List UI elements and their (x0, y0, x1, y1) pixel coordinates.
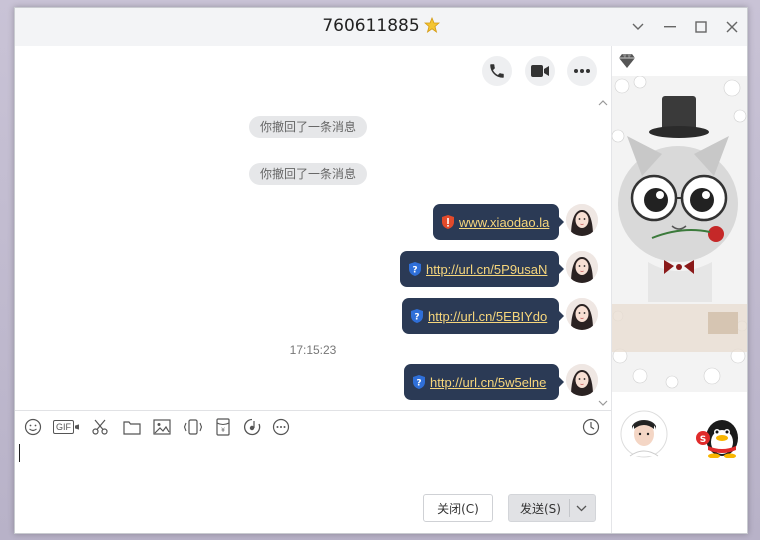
avatar[interactable] (566, 204, 598, 236)
scroll-up-icon[interactable] (597, 98, 609, 108)
close-icon[interactable] (722, 17, 742, 37)
diamond-icon[interactable] (618, 53, 636, 69)
gif-button[interactable]: GIF (53, 417, 79, 437)
scissors-icon[interactable] (90, 417, 110, 437)
red-packet-icon[interactable]: ¥ (213, 417, 233, 437)
send-button[interactable]: 发送(S) (508, 494, 596, 522)
svg-text:¥: ¥ (221, 427, 225, 434)
more-tools-icon[interactable] (271, 417, 291, 437)
image-icon[interactable] (152, 417, 172, 437)
message-bubble[interactable]: ? http://url.cn/5EBIYdo (402, 298, 564, 334)
minimize-icon[interactable] (660, 17, 680, 37)
gif-label: GIF (53, 420, 74, 434)
chat-window: 760611885 你撤回了一条消息 你撤回了一条消息 www.xiaodao.… (14, 7, 748, 534)
scroll-down-icon[interactable] (597, 398, 609, 408)
advertisement-image[interactable] (612, 76, 747, 392)
svg-text:?: ? (412, 266, 417, 276)
chevron-down-icon[interactable] (628, 17, 648, 37)
contact-avatar[interactable] (620, 410, 668, 463)
phone-call-button[interactable] (482, 56, 512, 86)
video-camera-icon (531, 65, 549, 77)
star-icon[interactable] (423, 16, 440, 33)
video-call-button[interactable] (525, 56, 555, 86)
recall-notice: 你撤回了一条消息 (249, 163, 367, 185)
more-dots-icon (574, 69, 590, 73)
close-button-label: 关闭(C) (437, 501, 479, 516)
history-clock-icon[interactable] (581, 417, 601, 437)
phone-icon (490, 64, 504, 78)
input-toolbar: GIF ¥ (15, 410, 611, 442)
title-bar: 760611885 (15, 8, 747, 46)
svg-text:?: ? (414, 313, 419, 323)
avatar[interactable] (566, 298, 598, 330)
message-link[interactable]: http://url.cn/5EBIYdo (428, 309, 547, 324)
send-options-chevron-icon[interactable] (576, 505, 587, 512)
question-shield-icon: ? (413, 375, 425, 389)
recall-notice: 你撤回了一条消息 (249, 116, 367, 138)
message-list[interactable]: 你撤回了一条消息 你撤回了一条消息 www.xiaodao.la ? http:… (15, 46, 611, 410)
svg-text:?: ? (416, 379, 421, 389)
avatar[interactable] (566, 364, 598, 396)
svg-text:S: S (700, 435, 706, 445)
message-timestamp: 17:15:23 (289, 343, 337, 357)
question-shield-icon: ? (409, 262, 421, 276)
message-bubble[interactable]: ? http://url.cn/5w5elne (404, 364, 564, 400)
avatar[interactable] (566, 251, 598, 283)
message-link[interactable]: http://url.cn/5P9usaN (426, 262, 547, 277)
send-button-label: 发送(S) (520, 501, 561, 516)
message-input[interactable]: 关闭(C) 发送(S) (15, 442, 611, 533)
message-link[interactable]: www.xiaodao.la (459, 215, 549, 230)
text-caret (19, 444, 20, 462)
question-shield-icon: ? (411, 309, 423, 323)
message-bubble[interactable]: www.xiaodao.la (433, 204, 564, 240)
shake-icon[interactable] (183, 417, 203, 437)
side-panel: S (611, 46, 747, 533)
folder-icon[interactable] (122, 417, 142, 437)
window-title: 760611885 (322, 16, 420, 36)
message-bubble[interactable]: ? http://url.cn/5P9usaN (400, 251, 564, 287)
music-icon[interactable] (242, 417, 262, 437)
message-link[interactable]: http://url.cn/5w5elne (430, 375, 546, 390)
qq-penguin-icon[interactable]: S (694, 414, 744, 463)
warning-shield-icon (442, 215, 454, 229)
emoji-icon[interactable] (23, 417, 43, 437)
close-button[interactable]: 关闭(C) (423, 494, 493, 522)
maximize-icon[interactable] (691, 17, 711, 37)
more-options-button[interactable] (567, 56, 597, 86)
